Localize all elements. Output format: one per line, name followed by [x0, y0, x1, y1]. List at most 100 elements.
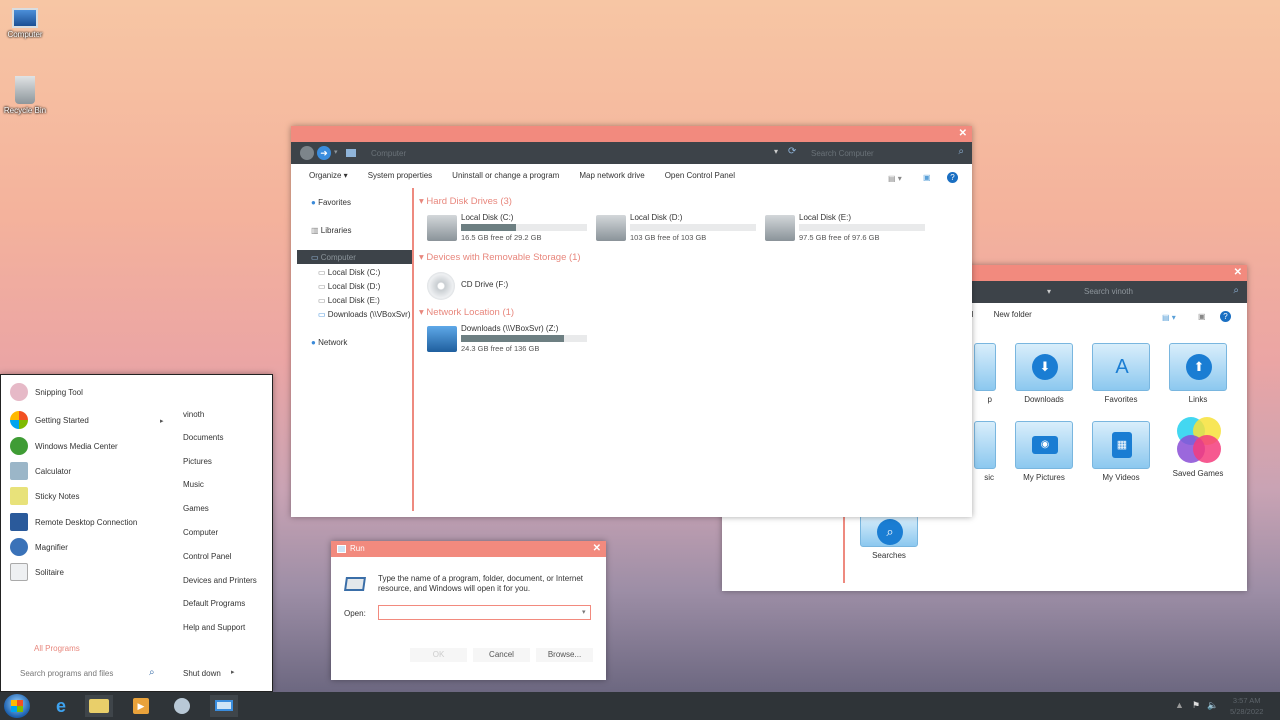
program-calculator[interactable]: Calculator — [10, 462, 71, 480]
title-bar[interactable]: ✕ — [291, 126, 972, 142]
close-icon[interactable]: ✕ — [1234, 267, 1242, 278]
drive-d[interactable]: Local Disk (D:) 103 GB free of 103 GB — [596, 213, 756, 245]
tray-date: 5/28/2022 — [1230, 707, 1264, 716]
program-windows-media-center[interactable]: Windows Media Center — [10, 437, 118, 455]
view-options-icon[interactable]: ▤ ▾ — [1162, 313, 1176, 322]
title-bar[interactable]: Run ✕ — [331, 541, 606, 557]
drive-usage-bar — [461, 335, 587, 342]
preview-pane-icon[interactable]: ▣ — [1198, 312, 1206, 321]
start-computer[interactable]: Computer — [183, 528, 218, 537]
submenu-arrow-icon[interactable]: ▸ — [160, 417, 164, 425]
close-icon[interactable]: ✕ — [959, 128, 967, 139]
back-button[interactable] — [300, 146, 314, 160]
download-icon: ⬇ — [1032, 354, 1058, 380]
nav-network[interactable]: ● Network — [311, 338, 347, 347]
network-icon: ● — [311, 338, 319, 347]
hard-drive-icon — [596, 215, 626, 241]
program-solitaire[interactable]: Solitaire — [10, 563, 64, 581]
taskbar-media-player[interactable]: ▶ — [127, 695, 155, 717]
start-button[interactable] — [4, 694, 30, 718]
nav-drive-d[interactable]: ▭ Local Disk (D:) — [318, 282, 380, 291]
taskbar-app[interactable] — [168, 695, 196, 717]
nav-drive-c[interactable]: ▭ Local Disk (C:) — [318, 268, 380, 277]
all-programs-link[interactable]: All Programs — [34, 644, 80, 653]
taskbar-explorer[interactable] — [85, 695, 113, 717]
drive-cd[interactable]: CD Drive (F:) — [427, 270, 587, 302]
drive-e[interactable]: Local Disk (E:) 97.5 GB free of 97.6 GB — [765, 213, 925, 245]
address-dropdown-icon[interactable]: ▾ — [774, 147, 778, 156]
map-network-drive-button[interactable]: Map network drive — [579, 171, 644, 180]
help-icon[interactable]: ? — [1220, 311, 1231, 322]
shutdown-options-icon[interactable]: ▸ — [231, 668, 235, 676]
run-description: Type the name of a program, folder, docu… — [378, 574, 584, 593]
folder-my-videos[interactable]: ▦ My Videos — [1089, 421, 1153, 482]
folder-favorites[interactable]: A Favorites — [1089, 343, 1153, 404]
group-header-network[interactable]: ▾ Network Location (1) — [419, 307, 514, 318]
drive-network-z[interactable]: Downloads (\\VBoxSvr) (Z:) 24.3 GB free … — [427, 324, 587, 356]
program-remote-desktop[interactable]: Remote Desktop Connection — [10, 513, 137, 531]
open-control-panel-button[interactable]: Open Control Panel — [665, 171, 735, 180]
tray-action-center-icon[interactable]: ⚑ — [1192, 700, 1200, 711]
group-header-removable[interactable]: ▾ Devices with Removable Storage (1) — [419, 252, 581, 263]
forward-button[interactable]: ➜ — [317, 146, 331, 160]
group-header-hdd[interactable]: ▾ Hard Disk Drives (3) — [419, 196, 512, 207]
folder-links[interactable]: ⬆ Links — [1166, 343, 1230, 404]
folder-searches[interactable]: ⌕ Searches — [857, 515, 921, 560]
open-input[interactable] — [378, 605, 591, 620]
program-sticky-notes[interactable]: Sticky Notes — [10, 487, 79, 505]
view-options-icon[interactable]: ▤ ▾ — [888, 174, 902, 183]
taskbar-run[interactable] — [210, 695, 238, 717]
start-documents[interactable]: Documents — [183, 433, 223, 442]
chevron-down-icon[interactable]: ▾ — [1047, 287, 1051, 296]
start-help-support[interactable]: Help and Support — [183, 623, 245, 632]
help-icon[interactable]: ? — [947, 172, 958, 183]
desktop-icon-computer[interactable]: Computer — [0, 6, 50, 39]
nav-drive-e[interactable]: ▭ Local Disk (E:) — [318, 296, 380, 305]
start-music[interactable]: Music — [183, 480, 204, 489]
preview-pane-icon[interactable]: ▣ — [923, 173, 931, 182]
tray-clock[interactable]: 3:57 AM 5/28/2022 — [1230, 695, 1263, 717]
cancel-button[interactable]: Cancel — [473, 648, 530, 662]
system-properties-button[interactable]: System properties — [368, 171, 432, 180]
new-folder-button[interactable]: New folder — [994, 310, 1032, 319]
shutdown-button[interactable]: Shut down — [183, 669, 221, 678]
drive-c[interactable]: Local Disk (C:) 16.5 GB free of 29.2 GB — [427, 213, 587, 245]
search-icon[interactable]: ⌕ — [149, 667, 155, 678]
desktop-icon-recycle-bin[interactable]: Recycle Bin — [0, 76, 50, 115]
nav-libraries[interactable]: ▥ Libraries — [311, 226, 351, 235]
program-getting-started[interactable]: Getting Started — [10, 411, 89, 429]
refresh-icon[interactable]: ⟳ — [788, 146, 796, 157]
start-games[interactable]: Games — [183, 504, 209, 513]
program-snipping-tool[interactable]: Snipping Tool — [10, 383, 83, 401]
search-input[interactable]: Search Computer — [811, 149, 874, 158]
start-pictures[interactable]: Pictures — [183, 457, 212, 466]
desktop-icon-label: Recycle Bin — [3, 106, 47, 115]
library-icon: ▥ — [311, 226, 321, 235]
taskbar-internet-explorer[interactable]: e — [47, 695, 75, 717]
search-icon[interactable]: ⌕ — [1233, 285, 1239, 296]
open-dropdown-icon[interactable]: ▾ — [582, 608, 586, 616]
tray-show-hidden-icon[interactable]: ▲ — [1175, 700, 1184, 710]
nav-network-drive[interactable]: ▭ Downloads (\\VBoxSvr) — [318, 310, 410, 319]
ok-button[interactable]: OK — [410, 648, 467, 662]
start-control-panel[interactable]: Control Panel — [183, 552, 231, 561]
program-magnifier[interactable]: Magnifier — [10, 538, 68, 556]
start-user-vinoth[interactable]: vinoth — [183, 410, 204, 419]
start-search-input[interactable]: Search programs and files — [20, 669, 113, 678]
nav-favorites[interactable]: ● Favorites — [311, 198, 351, 207]
tray-volume-icon[interactable]: 🔈 — [1207, 700, 1218, 711]
close-icon[interactable]: ✕ — [593, 543, 601, 554]
uninstall-program-button[interactable]: Uninstall or change a program — [452, 171, 559, 180]
browse-button[interactable]: Browse... — [536, 648, 593, 662]
folder-saved-games[interactable]: Saved Games — [1166, 415, 1230, 478]
start-devices-printers[interactable]: Devices and Printers — [183, 576, 257, 585]
folder-my-pictures[interactable]: ◉ My Pictures — [1012, 421, 1076, 482]
folder-downloads[interactable]: ⬇ Downloads — [1012, 343, 1076, 404]
search-icon[interactable]: ⌕ — [958, 146, 964, 157]
recent-pages-chevron-icon[interactable]: ▾ — [334, 148, 338, 156]
breadcrumb-computer[interactable]: Computer — [371, 149, 406, 158]
nav-computer[interactable]: ▭ Computer — [297, 250, 412, 264]
search-input[interactable]: Search vinoth — [1084, 287, 1133, 296]
organize-button[interactable]: Organize ▾ — [309, 171, 348, 180]
start-default-programs[interactable]: Default Programs — [183, 599, 245, 608]
